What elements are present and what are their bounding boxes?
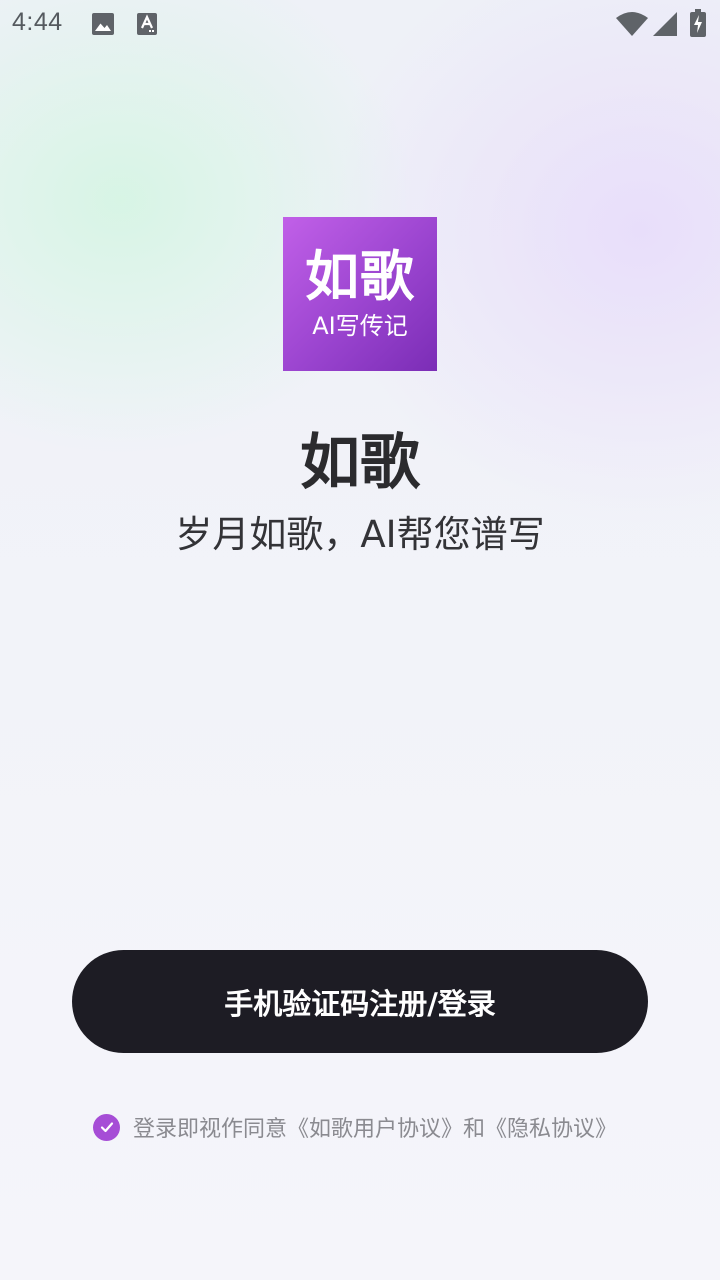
app-name: 如歌 [300, 428, 420, 498]
agreement-row: 登录即视作同意《如歌用户协议》和《隐私协议》 [93, 1110, 617, 1144]
battery-icon [690, 9, 706, 37]
privacy-policy-link[interactable]: 《隐私协议》 [485, 1117, 617, 1142]
agreement-prefix: 登录即视作同意 [133, 1117, 288, 1142]
signal-icon [653, 12, 677, 36]
app-logo: 如歌 AI写传记 [283, 217, 437, 371]
agreement-text: 登录即视作同意《如歌用户协议》和《隐私协议》 [133, 1111, 617, 1143]
agreement-conjunction: 和 [463, 1117, 486, 1142]
image-icon [92, 13, 114, 35]
wifi-icon [616, 12, 648, 36]
phone-login-button[interactable]: 手机验证码注册/登录 [72, 950, 648, 1053]
status-bar: 4:44 [0, 0, 720, 48]
status-time: 4:44 [12, 8, 63, 36]
logo-title: 如歌 [305, 245, 415, 308]
check-icon[interactable] [93, 1113, 120, 1141]
font-icon [137, 13, 157, 35]
app-slogan: 岁月如歌，AI帮您谱写 [175, 513, 545, 556]
logo-subtitle: AI写传记 [312, 312, 408, 340]
user-agreement-link[interactable]: 《如歌用户协议》 [287, 1117, 463, 1142]
